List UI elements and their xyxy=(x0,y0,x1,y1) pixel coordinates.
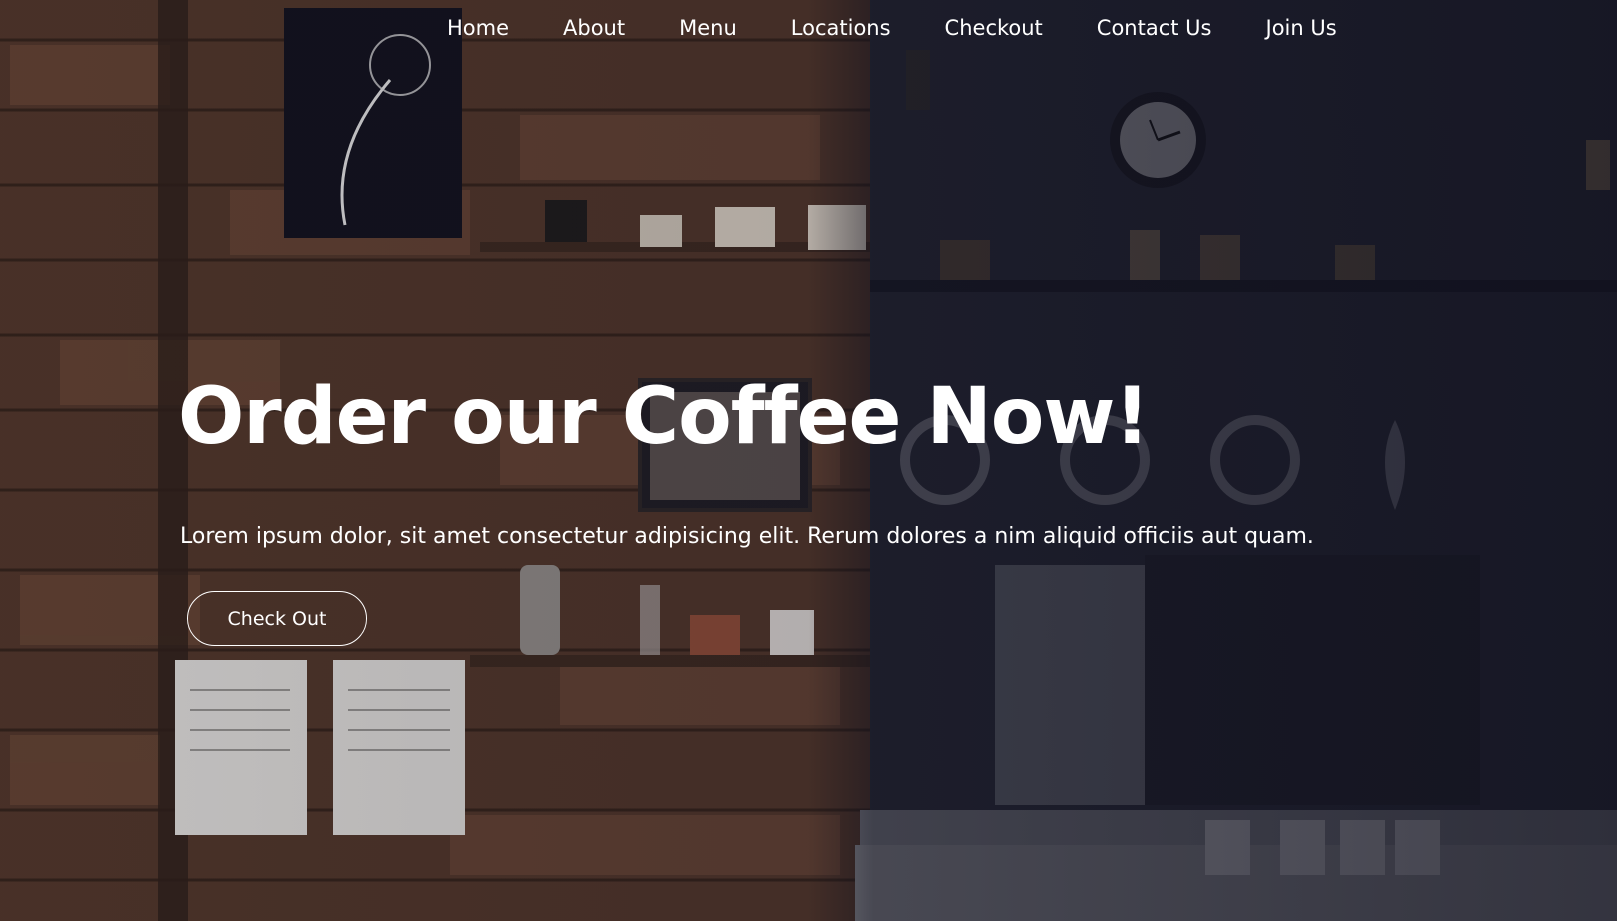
nav-link-locations[interactable]: Locations xyxy=(764,14,918,42)
hero-description: Lorem ipsum dolor, sit amet consectetur … xyxy=(180,524,1314,549)
nav-link-join-us[interactable]: Join Us xyxy=(1239,14,1364,42)
nav-link-home[interactable]: Home xyxy=(420,14,536,42)
nav-link-contact-us[interactable]: Contact Us xyxy=(1070,14,1239,42)
nav-link-checkout[interactable]: Checkout xyxy=(918,14,1070,42)
check-out-button[interactable]: Check Out xyxy=(187,591,367,646)
nav-link-about[interactable]: About xyxy=(536,14,652,42)
nav-link-menu[interactable]: Menu xyxy=(652,14,764,42)
hero-headline: Order our Coffee Now! xyxy=(178,372,1150,462)
top-navigation: Home About Menu Locations Checkout Conta… xyxy=(420,14,1364,42)
hero-section: Home About Menu Locations Checkout Conta… xyxy=(0,0,1617,921)
